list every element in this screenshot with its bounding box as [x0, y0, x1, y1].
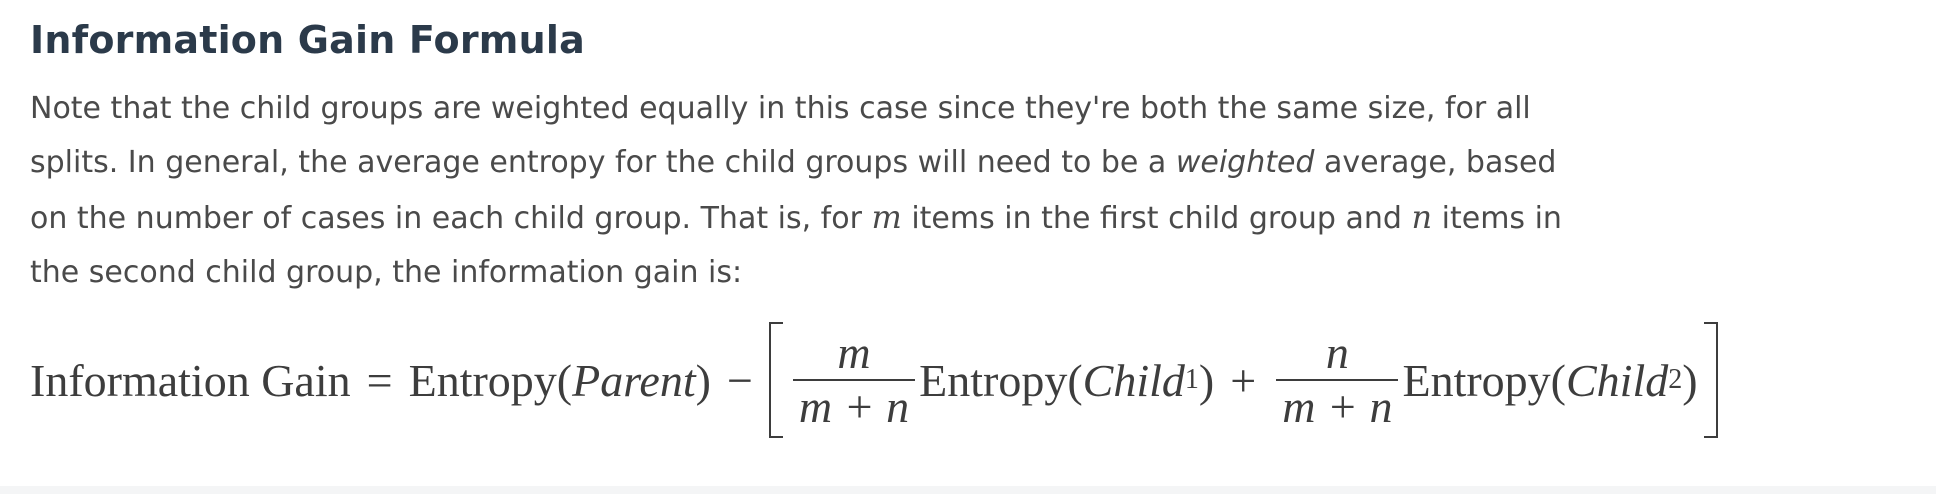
- fraction-m: m m + n: [792, 327, 916, 433]
- paragraph-text-3: items in the first child group and: [901, 201, 1412, 236]
- explanation-paragraph: Note that the child groups are weighted …: [30, 82, 1590, 300]
- section-heading: Information Gain Formula: [30, 18, 585, 62]
- variable-n: n: [1411, 198, 1433, 236]
- emphasis-weighted: weighted: [1175, 145, 1315, 180]
- child1-term: Child: [1082, 354, 1185, 406]
- variable-m: m: [871, 198, 902, 236]
- equation-lhs: Information Gain: [30, 354, 351, 406]
- fraction-m-denominator: m + n: [798, 381, 910, 432]
- right-bracket: [1703, 322, 1718, 438]
- fraction-n: n m + n: [1276, 327, 1399, 433]
- child2-term: Child: [1565, 354, 1669, 406]
- footer-strip: [0, 486, 1936, 494]
- fraction-m-numerator: m: [837, 327, 871, 378]
- fraction-n-numerator: n: [1325, 327, 1349, 378]
- equals-sign: =: [366, 354, 393, 406]
- left-bracket: [768, 322, 783, 438]
- entropy-child2-open: Entropy(: [1402, 354, 1566, 406]
- information-gain-equation: Information Gain = Entropy(Parent) − m m…: [30, 322, 1718, 438]
- entropy-parent-open: Entropy(: [408, 354, 573, 406]
- parent-term: Parent: [572, 354, 696, 406]
- plus-sign: +: [1230, 354, 1257, 406]
- entropy-child1-open: Entropy(: [919, 354, 1083, 406]
- fraction-n-denominator: m + n: [1282, 381, 1393, 432]
- entropy-child2-close: ): [1682, 354, 1698, 406]
- entropy-parent-close: ): [695, 354, 711, 406]
- child2-subscript: 2: [1668, 364, 1683, 395]
- minus-sign: −: [726, 354, 753, 406]
- child1-subscript: 1: [1184, 364, 1199, 395]
- entropy-child1-close: ): [1198, 354, 1215, 406]
